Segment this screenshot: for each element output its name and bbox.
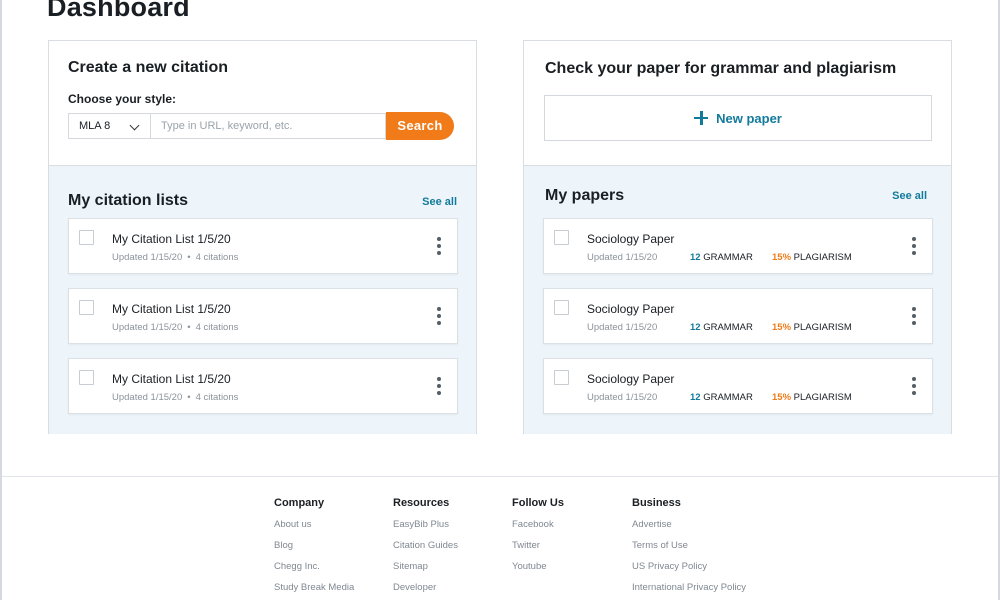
plagiarism-score: 15% PLAGIARISM bbox=[772, 322, 852, 333]
grammar-count: 12 GRAMMAR bbox=[690, 252, 753, 263]
more-options-icon[interactable] bbox=[433, 377, 445, 397]
footer-link[interactable]: Developer bbox=[393, 582, 458, 600]
citation-list-title: My Citation List 1/5/20 bbox=[112, 372, 231, 386]
bullet-separator: • bbox=[187, 392, 191, 403]
footer-column-company: Company About us Blog Chegg Inc. Study B… bbox=[274, 497, 354, 600]
paper-title: Sociology Paper bbox=[587, 372, 675, 386]
footer-divider bbox=[2, 476, 998, 477]
style-label: Choose your style: bbox=[68, 92, 177, 106]
new-citation-panel: Create a new citation Choose your style:… bbox=[49, 41, 476, 165]
new-paper-button[interactable]: New paper bbox=[544, 95, 932, 141]
footer-column-business: Business Advertise Terms of Use US Priva… bbox=[632, 497, 746, 600]
citation-count: 4 citations bbox=[195, 392, 239, 403]
footer-link[interactable]: Chegg Inc. bbox=[274, 561, 354, 582]
my-papers-see-all-link[interactable]: See all bbox=[892, 190, 927, 202]
new-citation-heading: Create a new citation bbox=[68, 59, 229, 76]
page-title: Dashboard bbox=[47, 0, 190, 22]
paper-updated: Updated 1/15/20 bbox=[587, 392, 658, 403]
plagiarism-score: 15% PLAGIARISM bbox=[772, 252, 852, 263]
footer-link[interactable]: Advertise bbox=[632, 519, 746, 540]
plus-icon bbox=[694, 111, 709, 125]
citation-lists-title: My citation lists bbox=[68, 192, 189, 209]
footer-link[interactable]: Citation Guides bbox=[393, 540, 458, 561]
citation-list-meta: Updated 1/15/20 • 4 citations bbox=[112, 322, 238, 333]
citation-list-item[interactable]: My Citation List 1/5/20 Updated 1/15/20 •… bbox=[68, 218, 458, 274]
citation-list-meta: Updated 1/15/20 • 4 citations bbox=[112, 392, 238, 403]
chevron-down-icon bbox=[129, 120, 140, 131]
my-papers-title: My papers bbox=[545, 187, 625, 204]
footer-link[interactable]: Sitemap bbox=[393, 561, 458, 582]
footer-link[interactable]: Youtube bbox=[512, 561, 564, 582]
citation-list-checkbox[interactable] bbox=[79, 370, 94, 385]
more-options-icon[interactable] bbox=[908, 307, 920, 327]
paper-card: Check your paper for grammar and plagiar… bbox=[523, 40, 952, 434]
footer-column-resources: Resources EasyBib Plus Citation Guides S… bbox=[393, 497, 458, 600]
footer-heading: Company bbox=[274, 497, 325, 509]
footer-link[interactable]: Study Break Media bbox=[274, 582, 354, 600]
more-options-icon[interactable] bbox=[908, 237, 920, 257]
paper-title: Sociology Paper bbox=[587, 232, 675, 246]
bullet-separator: • bbox=[187, 252, 191, 263]
footer-column-follow-us: Follow Us Facebook Twitter Youtube bbox=[512, 497, 564, 582]
footer-link[interactable]: Terms of Use bbox=[632, 540, 746, 561]
more-options-icon[interactable] bbox=[433, 237, 445, 257]
citation-list-item[interactable]: My Citation List 1/5/20 Updated 1/15/20 •… bbox=[68, 288, 458, 344]
citation-lists-panel: My citation lists See all My Citation Li… bbox=[49, 165, 476, 434]
updated-date: Updated 1/15/20 bbox=[112, 252, 183, 263]
footer-heading: Follow Us bbox=[512, 497, 564, 509]
footer-link[interactable]: Blog bbox=[274, 540, 354, 561]
paper-item[interactable]: Sociology Paper Updated 1/15/20 12 GRAMM… bbox=[543, 358, 933, 414]
style-select[interactable]: MLA 8 bbox=[68, 113, 150, 139]
citation-list-title: My Citation List 1/5/20 bbox=[112, 302, 231, 316]
my-papers-panel: My papers See all Sociology Paper Update… bbox=[524, 165, 951, 434]
paper-checkbox[interactable] bbox=[554, 300, 569, 315]
citation-list-meta: Updated 1/15/20 • 4 citations bbox=[112, 252, 238, 263]
footer-heading: Business bbox=[632, 497, 681, 509]
citation-list-checkbox[interactable] bbox=[79, 230, 94, 245]
citation-list-title: My Citation List 1/5/20 bbox=[112, 232, 231, 246]
grammar-count: 12 GRAMMAR bbox=[690, 392, 753, 403]
footer-link[interactable]: EasyBib Plus bbox=[393, 519, 458, 540]
footer-link[interactable]: US Privacy Policy bbox=[632, 561, 746, 582]
citation-list-item[interactable]: My Citation List 1/5/20 Updated 1/15/20 •… bbox=[68, 358, 458, 414]
updated-date: Updated 1/15/20 bbox=[112, 322, 183, 333]
paper-checkbox[interactable] bbox=[554, 230, 569, 245]
citation-lists-see-all-link[interactable]: See all bbox=[422, 196, 457, 208]
paper-check-panel: Check your paper for grammar and plagiar… bbox=[524, 41, 951, 165]
paper-checkbox[interactable] bbox=[554, 370, 569, 385]
paper-updated: Updated 1/15/20 bbox=[587, 322, 658, 333]
footer-link[interactable]: Facebook bbox=[512, 519, 564, 540]
citation-count: 4 citations bbox=[195, 322, 239, 333]
footer-link[interactable]: International Privacy Policy bbox=[632, 582, 746, 600]
citation-card: Create a new citation Choose your style:… bbox=[48, 40, 477, 434]
bullet-separator: • bbox=[187, 322, 191, 333]
citation-count: 4 citations bbox=[195, 252, 239, 263]
url-search-input[interactable] bbox=[150, 113, 386, 139]
more-options-icon[interactable] bbox=[908, 377, 920, 397]
paper-updated: Updated 1/15/20 bbox=[587, 252, 658, 263]
new-paper-label: New paper bbox=[716, 110, 782, 126]
updated-date: Updated 1/15/20 bbox=[112, 392, 183, 403]
grammar-count: 12 GRAMMAR bbox=[690, 322, 753, 333]
paper-check-heading: Check your paper for grammar and plagiar… bbox=[545, 60, 897, 77]
footer-link[interactable]: Twitter bbox=[512, 540, 564, 561]
search-button[interactable]: Search bbox=[386, 112, 454, 140]
footer-link[interactable]: About us bbox=[274, 519, 354, 540]
paper-title: Sociology Paper bbox=[587, 302, 675, 316]
style-select-value: MLA 8 bbox=[79, 120, 111, 132]
citation-list-checkbox[interactable] bbox=[79, 300, 94, 315]
plagiarism-score: 15% PLAGIARISM bbox=[772, 392, 852, 403]
footer-heading: Resources bbox=[393, 497, 450, 509]
paper-item[interactable]: Sociology Paper Updated 1/15/20 12 GRAMM… bbox=[543, 218, 933, 274]
more-options-icon[interactable] bbox=[433, 307, 445, 327]
paper-item[interactable]: Sociology Paper Updated 1/15/20 12 GRAMM… bbox=[543, 288, 933, 344]
